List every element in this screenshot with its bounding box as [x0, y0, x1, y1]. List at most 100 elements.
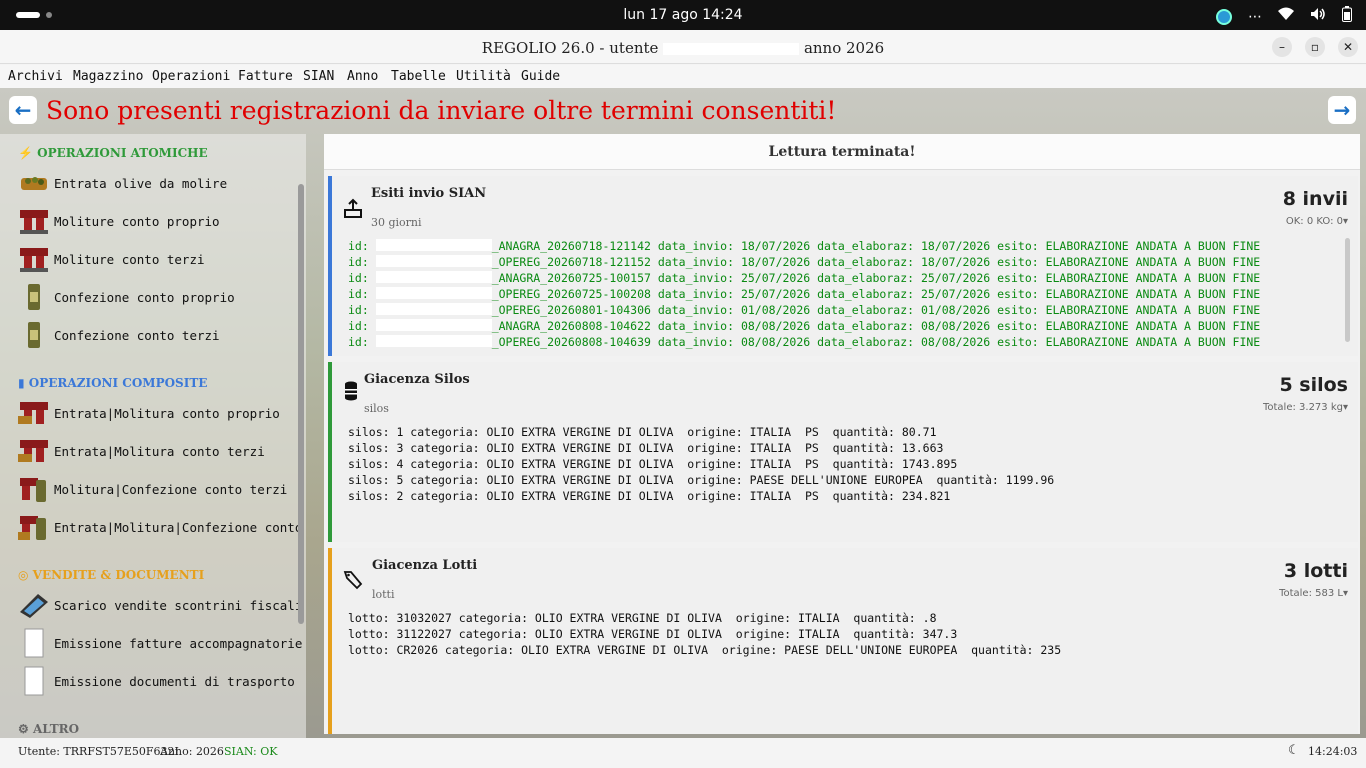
- redacted-id: [375, 255, 492, 267]
- card-esiti-sian: Esiti invio SIAN 30 giorni 8 invii OK: 0…: [328, 176, 1358, 356]
- volume-icon[interactable]: [1310, 7, 1326, 26]
- gear-icon: ⚙: [18, 722, 29, 736]
- menu-guide[interactable]: Guide: [521, 69, 560, 84]
- sidebar-item-entrata-molitura-proprio[interactable]: Entrata|Molitura conto proprio: [18, 398, 300, 428]
- sidebar-scrollbar[interactable]: [298, 184, 304, 624]
- section-operazioni-composite: ▮ OPERAZIONI COMPOSITE: [18, 376, 207, 390]
- sidebar-item-label: Scarico vendite scontrini fiscali: [54, 598, 303, 613]
- minimize-button[interactable]: –: [1272, 37, 1292, 57]
- card-summary-dropdown[interactable]: Totale: 583 L▾: [1279, 588, 1348, 599]
- menu-utilita[interactable]: Utilità: [456, 69, 511, 84]
- oil-can-icon: [28, 322, 40, 348]
- sidebar-item-label: Entrata|Molitura conto proprio: [54, 406, 280, 421]
- status-user: Utente: TRRFST57E50F632I: [18, 745, 179, 758]
- card-count: 8 invii: [1282, 188, 1348, 210]
- card-summary-dropdown[interactable]: OK: 0 KO: 0▾: [1286, 216, 1348, 227]
- sian-log-line: id: _OPEREG_20260725-100208 data_invio: …: [348, 287, 1261, 301]
- dashboard-panel: Lettura terminata! Esiti invio SIAN 30 g…: [324, 134, 1360, 734]
- window-title: REGOLIO 26.0 - utente anno 2026: [0, 39, 1366, 57]
- circle-icon: ◎: [18, 568, 29, 582]
- document-icon: [24, 628, 44, 658]
- close-button[interactable]: ✕: [1338, 37, 1358, 57]
- card-giacenza-lotti: Giacenza Lotti lotti 3 lotti Totale: 583…: [328, 548, 1358, 734]
- sidebar-item-label: Emissione fatture accompagnatorie: [54, 636, 303, 651]
- sian-log-line: id: _OPEREG_20260718-121152 data_invio: …: [348, 255, 1261, 269]
- maximize-button[interactable]: ▫: [1305, 37, 1325, 57]
- status-sian: SIAN: OK: [224, 745, 278, 758]
- app-window: REGOLIO 26.0 - utente anno 2026 – ▫ ✕ Ar…: [0, 30, 1366, 768]
- menu-magazzino[interactable]: Magazzino: [73, 69, 143, 84]
- sidebar-item-entrata-olive[interactable]: Entrata olive da molire: [18, 168, 300, 198]
- menu-sian[interactable]: SIAN: [303, 69, 334, 84]
- wifi-icon[interactable]: [1278, 7, 1294, 26]
- silos-line: silos: 4 categoria: OLIO EXTRA VERGINE D…: [348, 457, 958, 471]
- section-operazioni-atomiche: ⚡ OPERAZIONI ATOMICHE: [18, 146, 208, 160]
- barrel-icon: [345, 381, 357, 401]
- sidebar-item-moliture-proprio[interactable]: Moliture conto proprio: [18, 206, 300, 236]
- mill-icon: [20, 248, 48, 272]
- back-arrow-icon[interactable]: ←: [9, 96, 37, 124]
- system-tray[interactable]: ⋯: [1216, 6, 1352, 27]
- sidebar-item-label: Emissione documenti di trasporto: [54, 674, 295, 689]
- square-icon: ▮: [18, 376, 25, 390]
- oil-can-icon: [28, 284, 40, 310]
- menu-archivi[interactable]: Archivi: [8, 69, 63, 84]
- card-count: 5 silos: [1279, 374, 1348, 396]
- sidebar-item-molitura-confezione-terzi[interactable]: Molitura|Confezione conto terzi: [18, 474, 300, 504]
- sian-log-line: id: _ANAGRA_20260808-104622 data_invio: …: [348, 319, 1261, 333]
- sidebar-item-label: Confezione conto terzi: [54, 328, 220, 343]
- redacted-id: [375, 335, 492, 347]
- sidebar: ⚡ OPERAZIONI ATOMICHE Entrata olive da m…: [0, 134, 306, 738]
- lotti-list: lotto: 31032027 categoria: OLIO EXTRA VE…: [348, 610, 1061, 658]
- card-giacenza-silos: Giacenza Silos silos 5 silos Totale: 3.2…: [328, 362, 1358, 542]
- status-time: 14:24:03: [1308, 745, 1358, 758]
- sidebar-item-entrata-molitura-terzi[interactable]: Entrata|Molitura conto terzi: [18, 436, 300, 466]
- lotti-line: lotto: 31122027 categoria: OLIO EXTRA VE…: [348, 627, 958, 641]
- sidebar-item-entrata-molitura-confezione[interactable]: Entrata|Molitura|Confezione conto t: [18, 512, 306, 542]
- main-content: ← Sono presenti registrazioni da inviare…: [0, 88, 1366, 738]
- sian-log-line: id: _OPEREG_20260801-104306 data_invio: …: [348, 303, 1261, 317]
- lotti-line: lotto: CR2026 categoria: OLIO EXTRA VERG…: [348, 643, 1062, 657]
- redacted-username: [663, 43, 800, 55]
- menu-bar: Archivi Magazzino Operazioni Fatture SIA…: [0, 65, 1366, 88]
- window-titlebar[interactable]: REGOLIO 26.0 - utente anno 2026 – ▫ ✕: [0, 30, 1366, 64]
- menu-operazioni[interactable]: Operazioni: [152, 69, 230, 84]
- window-title-left: REGOLIO 26.0 - utente: [481, 39, 659, 57]
- battery-icon[interactable]: [1342, 6, 1352, 27]
- menu-tabelle[interactable]: Tabelle: [391, 69, 446, 84]
- menu-fatture[interactable]: Fatture: [238, 69, 293, 84]
- status-bar: Utente: TRRFST57E50F632I Anno: 2026 SIAN…: [0, 738, 1366, 768]
- sidebar-item-emissione-fatture[interactable]: Emissione fatture accompagnatorie: [18, 628, 303, 658]
- card-accent-bar: [328, 176, 332, 356]
- app-indicator-icon[interactable]: [1216, 8, 1232, 25]
- sidebar-item-emissione-ddt[interactable]: Emissione documenti di trasporto: [18, 666, 300, 696]
- card-title: Giacenza Lotti: [372, 558, 478, 573]
- card-count: 3 lotti: [1283, 560, 1348, 582]
- moon-icon[interactable]: ☾: [1288, 743, 1300, 758]
- cash-register-icon: [20, 594, 48, 618]
- system-clock[interactable]: lun 17 ago 14:24: [0, 7, 1366, 23]
- window-title-right: anno 2026: [803, 39, 885, 57]
- mill-icon: [20, 210, 48, 234]
- section-altro: ⚙ ALTRO: [18, 722, 79, 736]
- card-title: Giacenza Silos: [364, 372, 470, 387]
- warning-banner: Sono presenti registrazioni da inviare o…: [46, 96, 837, 125]
- document-icon: [24, 666, 44, 696]
- forward-arrow-icon[interactable]: →: [1328, 96, 1356, 124]
- redacted-id: [375, 239, 492, 251]
- sidebar-item-scarico-vendite[interactable]: Scarico vendite scontrini fiscali: [18, 590, 303, 620]
- sian-log-line: id: _ANAGRA_20260725-100157 data_invio: …: [348, 271, 1261, 285]
- more-icon[interactable]: ⋯: [1248, 8, 1262, 26]
- sian-log-scrollbar[interactable]: [1345, 238, 1350, 342]
- sidebar-item-label: Moliture conto proprio: [54, 214, 220, 229]
- sidebar-item-confezione-terzi[interactable]: Confezione conto terzi: [18, 320, 300, 350]
- card-summary-dropdown[interactable]: Totale: 3.273 kg▾: [1263, 402, 1348, 413]
- menu-anno[interactable]: Anno: [347, 69, 378, 84]
- lotti-line: lotto: 31032027 categoria: OLIO EXTRA VE…: [348, 611, 937, 625]
- sidebar-item-moliture-terzi[interactable]: Moliture conto terzi: [18, 244, 300, 274]
- system-top-bar: lun 17 ago 14:24 ⋯: [0, 0, 1366, 30]
- sidebar-item-confezione-proprio[interactable]: Confezione conto proprio: [18, 282, 300, 312]
- crate-mill-icon: [18, 402, 48, 424]
- sian-log-line: id: _OPEREG_20260808-104639 data_invio: …: [348, 335, 1261, 349]
- sidebar-item-label: Moliture conto terzi: [54, 252, 205, 267]
